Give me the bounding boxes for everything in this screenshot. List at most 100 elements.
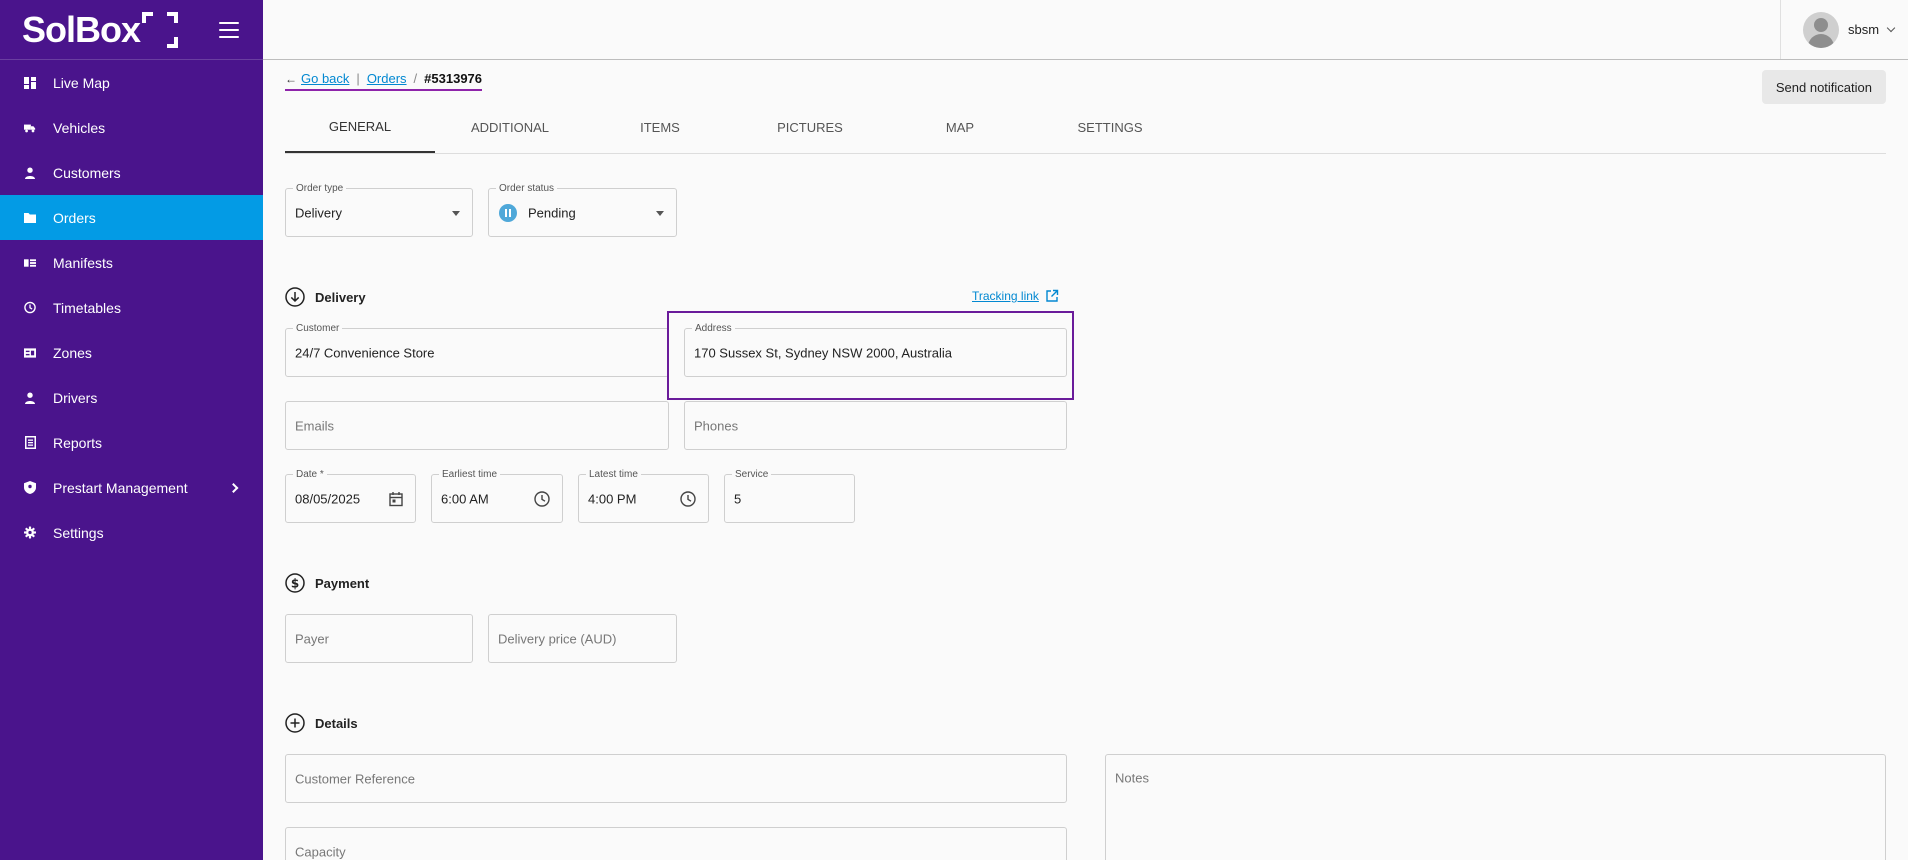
payer-placeholder: Payer — [295, 631, 329, 646]
truck-icon — [24, 122, 36, 134]
folder-icon — [24, 212, 36, 224]
arrow-down-circle-icon — [285, 287, 305, 307]
date-field[interactable]: Date * 08/05/2025 — [285, 469, 416, 523]
order-type-select[interactable]: Order type Delivery — [285, 183, 473, 237]
hamburger-menu-icon[interactable] — [219, 21, 239, 38]
sidebar-item-timetables[interactable]: Timetables — [0, 285, 263, 330]
sidebar-item-label: Customers — [53, 164, 121, 181]
tab-additional[interactable]: ADDITIONAL — [435, 90, 585, 153]
tab-pictures[interactable]: PICTURES — [735, 90, 885, 153]
report-icon — [24, 436, 36, 449]
latest-time-label: Latest time — [586, 469, 641, 480]
clock-icon — [24, 301, 36, 314]
sidebar-item-label: Reports — [53, 434, 103, 451]
sidebar-item-settings[interactable]: Settings — [0, 510, 263, 555]
details-section-title: Details — [285, 713, 358, 733]
earliest-time-field[interactable]: Earliest time 6:00 AM — [431, 469, 563, 523]
dollar-circle-icon: $ — [285, 573, 305, 593]
zones-icon — [24, 347, 36, 359]
emails-field[interactable]: Emails — [285, 401, 669, 450]
capacity-placeholder: Capacity — [295, 844, 346, 859]
tab-map[interactable]: MAP — [885, 90, 1035, 153]
date-label: Date * — [293, 469, 327, 480]
sidebar-header: SolBox — [0, 0, 263, 60]
phones-field[interactable]: Phones — [684, 401, 1067, 450]
sidebar-item-live-map[interactable]: Live Map — [0, 60, 263, 105]
person-icon — [24, 392, 36, 404]
chevron-down-icon — [1886, 23, 1896, 32]
tab-items[interactable]: ITEMS — [585, 90, 735, 153]
tab-bar: GENERAL ADDITIONAL ITEMS PICTURES MAP SE… — [285, 90, 1886, 154]
clock-icon[interactable] — [534, 490, 550, 507]
sidebar-item-manifests[interactable]: Manifests — [0, 240, 263, 285]
username: sbsm — [1848, 22, 1880, 37]
earliest-time-value: 6:00 AM — [441, 491, 489, 506]
emails-placeholder: Emails — [295, 418, 335, 433]
sidebar-item-label: Settings — [53, 524, 104, 541]
sidebar-item-label: Zones — [53, 344, 92, 361]
breadcrumb-separator: / — [413, 71, 418, 86]
clock-icon[interactable] — [680, 490, 696, 507]
payer-field[interactable]: Payer — [285, 614, 473, 663]
sidebar-item-label: Live Map — [53, 74, 110, 91]
latest-time-value: 4:00 PM — [588, 491, 637, 506]
order-type-label: Order type — [293, 183, 347, 194]
customer-reference-placeholder: Customer Reference — [295, 771, 415, 786]
delivery-price-field[interactable]: Delivery price (AUD) — [488, 614, 677, 663]
sidebar-item-vehicles[interactable]: Vehicles — [0, 105, 263, 150]
address-field[interactable]: Address 170 Sussex St, Sydney NSW 2000, … — [684, 323, 1067, 377]
calendar-icon[interactable] — [389, 491, 403, 506]
orders-link[interactable]: Orders — [367, 71, 407, 86]
chevron-right-icon — [228, 482, 239, 493]
sidebar-item-customers[interactable]: Customers — [0, 150, 263, 195]
go-back-link[interactable]: Go back — [301, 71, 349, 86]
phones-placeholder: Phones — [694, 418, 739, 433]
tracking-link-label: Tracking link — [972, 289, 1039, 303]
sidebar-item-label: Orders — [53, 209, 96, 226]
logo-bracket-icon — [142, 11, 179, 48]
order-status-select[interactable]: Order status Pending — [488, 183, 677, 237]
tab-settings[interactable]: SETTINGS — [1035, 90, 1185, 153]
sidebar-nav: Live Map Vehicles Customers Orders Manif… — [0, 60, 263, 555]
external-link-icon — [1046, 289, 1059, 302]
tracking-link[interactable]: Tracking link — [972, 289, 1059, 303]
service-field[interactable]: Service 5 — [724, 469, 855, 523]
delivery-section-title: Delivery — [285, 287, 366, 307]
payment-title: Payment — [315, 575, 370, 591]
notes-field[interactable]: Notes — [1105, 754, 1886, 860]
arrow-left-icon: ← — [285, 71, 297, 86]
manifest-icon — [24, 257, 36, 269]
user-menu[interactable]: sbsm — [1780, 0, 1908, 59]
payment-section-title: $ Payment — [285, 573, 369, 593]
latest-time-field[interactable]: Latest time 4:00 PM — [578, 469, 709, 523]
logo[interactable]: SolBox — [22, 8, 179, 51]
capacity-field[interactable]: Capacity — [285, 827, 1067, 860]
plus-circle-icon — [285, 713, 305, 733]
sidebar-item-label: Timetables — [53, 299, 121, 316]
sidebar-item-label: Vehicles — [53, 119, 106, 136]
avatar — [1803, 11, 1839, 48]
customer-value: 24/7 Convenience Store — [295, 345, 435, 360]
earliest-time-label: Earliest time — [439, 469, 501, 480]
caret-down-icon — [656, 210, 664, 216]
service-label: Service — [732, 469, 772, 480]
pause-status-icon — [499, 203, 517, 222]
logo-text: SolBox — [22, 8, 141, 50]
breadcrumb: ← Go back | Orders / #5313976 — [285, 71, 483, 91]
sidebar: SolBox Live Map Vehicles Customers Order… — [0, 0, 263, 860]
main-content: ← Go back | Orders / #5313976 Send notif… — [285, 60, 1886, 860]
tab-general[interactable]: GENERAL — [285, 90, 435, 153]
notes-placeholder: Notes — [1115, 770, 1149, 786]
sidebar-item-reports[interactable]: Reports — [0, 420, 263, 465]
sidebar-item-zones[interactable]: Zones — [0, 330, 263, 375]
gear-icon — [24, 526, 36, 539]
sidebar-item-orders[interactable]: Orders — [0, 195, 263, 240]
delivery-price-placeholder: Delivery price (AUD) — [498, 631, 617, 646]
customer-field[interactable]: Customer 24/7 Convenience Store — [285, 323, 669, 377]
svg-text:$: $ — [291, 577, 299, 591]
customer-reference-field[interactable]: Customer Reference — [285, 754, 1067, 803]
order-number: #5313976 — [424, 71, 483, 86]
sidebar-item-drivers[interactable]: Drivers — [0, 375, 263, 420]
sidebar-item-prestart-management[interactable]: Prestart Management — [0, 465, 263, 510]
top-bar: sbsm — [263, 0, 1908, 60]
